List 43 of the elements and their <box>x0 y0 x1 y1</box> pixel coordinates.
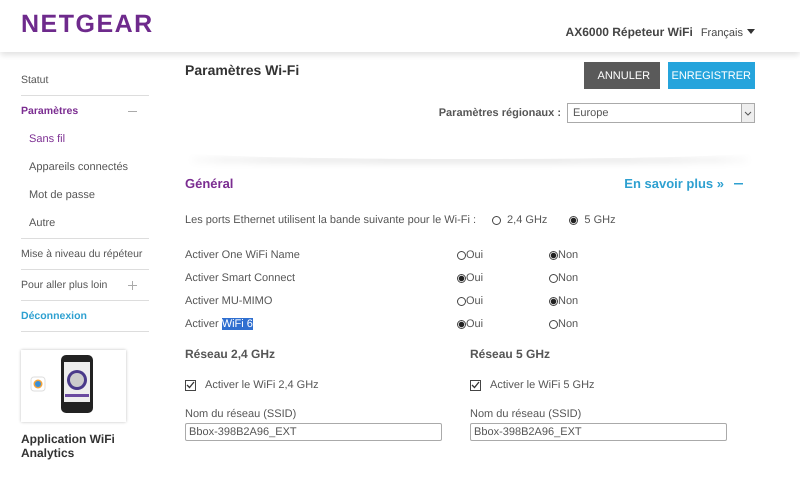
sidebar-subitem[interactable]: Appareils connectés <box>21 159 149 175</box>
sidebar-item[interactable]: Paramètres <box>21 103 78 119</box>
sidebar-item[interactable]: Statut <box>21 72 48 88</box>
section-title: Réseau 2,4 GHz <box>185 347 276 361</box>
radio-option[interactable]: Non <box>549 295 641 307</box>
radio-option[interactable]: Oui <box>457 249 549 261</box>
checkbox-option[interactable]: Activer le WiFi 2,4 GHz <box>185 379 470 391</box>
region-label: Paramètres régionaux : <box>438 107 561 119</box>
setting-label: Les ports Ethernet utilisent la bande suivante pour le Wi-Fi : <box>185 214 476 226</box>
field-label: Nom du réseau (SSID) <box>470 408 582 420</box>
ssid-field[interactable]: Bbox-398B2A96_EXT <box>185 423 442 441</box>
setting-label: Activer MU-MIMO <box>185 295 274 307</box>
setting-label: Activer Smart Connect <box>185 272 296 284</box>
language-dropdown[interactable]: Français <box>700 27 755 39</box>
sidebar-subitem[interactable]: Mot de passe <box>21 187 149 203</box>
setting-label: Activer WiFi 6 <box>185 318 254 330</box>
caret-icon <box>747 28 755 34</box>
radio-option[interactable]: Non <box>549 249 641 261</box>
check-icon <box>186 381 195 389</box>
checkbox-option[interactable]: Activer le WiFi 5 GHz <box>470 379 755 391</box>
sidebar-subitem[interactable]: Sans fil <box>21 131 149 147</box>
radio-option[interactable]: Non <box>549 318 641 330</box>
app-promo-title[interactable]: Application WiFi Analytics <box>21 432 131 460</box>
product-name: AX6000 Répeteur WiFi <box>566 25 693 39</box>
cancel-button[interactable]: ANNULER <box>584 62 660 89</box>
region-dropdown[interactable]: Europe <box>567 103 755 123</box>
section-title: Réseau 5 GHz <box>470 347 552 361</box>
ssid-field[interactable]: Bbox-398B2A96_EXT <box>470 423 727 441</box>
radio-option[interactable]: Oui <box>457 272 549 284</box>
radio-option[interactable]: 5 GHz <box>569 214 616 226</box>
sidebar-item[interactable]: Mise à niveau du répéteur <box>21 246 142 262</box>
radio-option[interactable]: Oui <box>457 318 549 330</box>
sidebar-item[interactable]: Pour aller plus loin <box>21 277 108 293</box>
sidebar-subitem[interactable]: Autre <box>21 215 149 231</box>
radio-option[interactable]: 2,4 GHz <box>492 214 548 226</box>
check-icon <box>471 381 480 389</box>
field-label: Nom du réseau (SSID) <box>185 408 298 420</box>
setting-label: Activer One WiFi Name <box>185 249 301 261</box>
page-title: Paramètres Wi-Fi <box>185 62 300 78</box>
radio-option[interactable]: Oui <box>457 295 549 307</box>
section-title: Général <box>185 176 234 191</box>
radio-option[interactable]: Non <box>549 272 641 284</box>
logo: NETGEAR <box>21 10 154 39</box>
